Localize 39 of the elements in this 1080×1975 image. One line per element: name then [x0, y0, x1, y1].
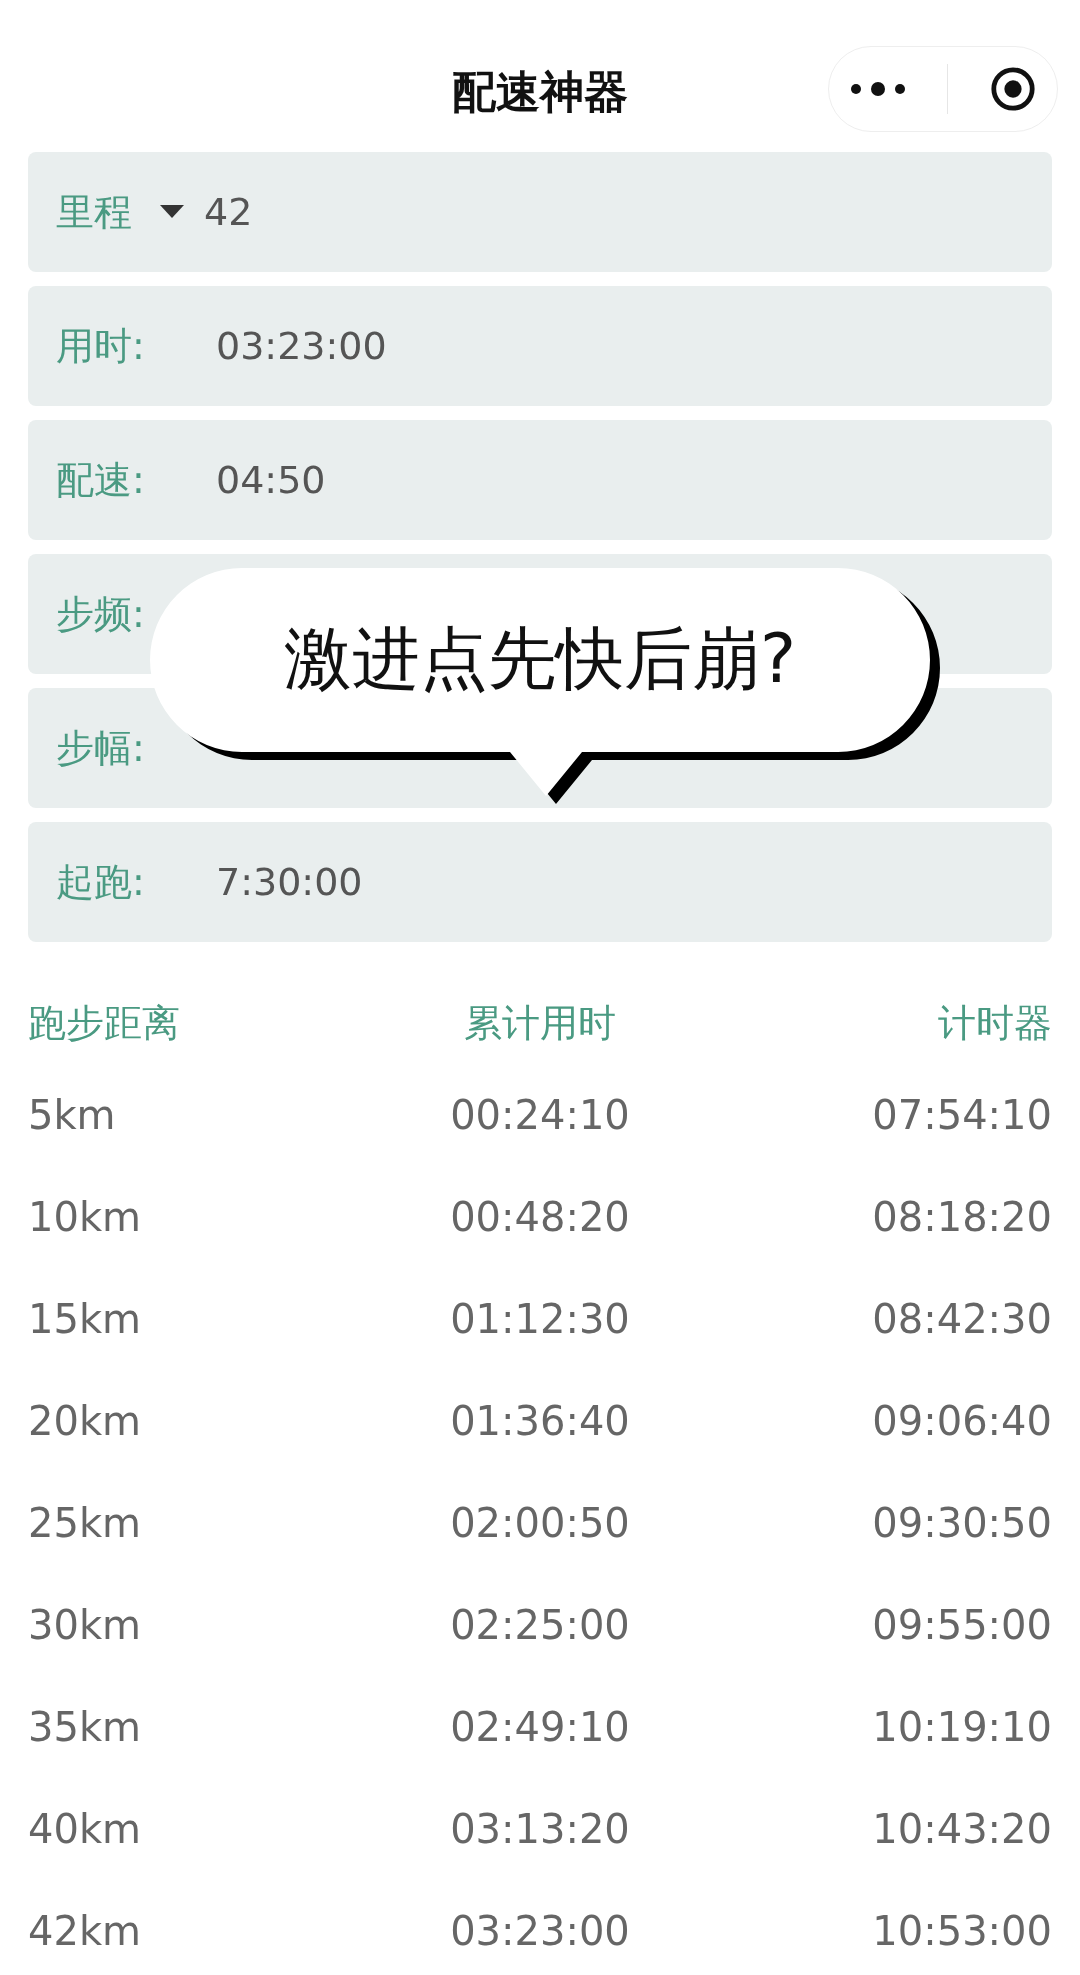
table-cell: 02:49:10 [450, 1704, 630, 1750]
table-cell: 08:18:20 [872, 1194, 1052, 1240]
column-header: 计时器 [938, 999, 1052, 1047]
table-cell: 25km [28, 1500, 142, 1546]
table-cell: 5km [28, 1092, 116, 1138]
table-cell: 01:36:40 [450, 1398, 630, 1444]
table-cell: 09:30:50 [872, 1500, 1052, 1546]
table-cell: 00:48:20 [450, 1194, 630, 1240]
input-field[interactable]: 起跑: 7:30:00 [28, 822, 1052, 942]
table-cell: 20km [28, 1398, 142, 1444]
table-cell: 10:19:10 [872, 1704, 1052, 1750]
more-icon[interactable] [849, 81, 906, 97]
table-cell: 10:43:20 [872, 1806, 1052, 1852]
table-cell: 00:24:10 [450, 1092, 630, 1138]
input-field[interactable]: 里程 42 [28, 152, 1052, 272]
table-cell: 02:00:50 [450, 1500, 630, 1546]
input-field[interactable]: 配速: 04:50 [28, 420, 1052, 540]
column-header: 累计用时 [464, 999, 616, 1047]
page-title: 配速神器 [452, 64, 628, 119]
tooltip-text: 激进点先快后崩? [282, 618, 798, 700]
table-cell: 01:12:30 [450, 1296, 630, 1342]
table-cell: 30km [28, 1602, 142, 1648]
table-cell: 09:55:00 [872, 1602, 1052, 1648]
table-cell: 42km [28, 1908, 142, 1954]
table-cell: 40km [28, 1806, 142, 1852]
table-cell: 10:53:00 [872, 1908, 1052, 1954]
caret-icon[interactable] [160, 205, 184, 219]
table-cell: 10km [28, 1194, 142, 1240]
table-cell: 15km [28, 1296, 142, 1342]
column-header: 跑步距离 [28, 999, 180, 1047]
table-cell: 07:54:10 [872, 1092, 1052, 1138]
table-cell: 08:42:30 [872, 1296, 1052, 1342]
input-field[interactable]: 用时: 03:23:00 [28, 286, 1052, 406]
table-cell: 03:23:00 [450, 1908, 630, 1954]
close-icon[interactable] [988, 65, 1037, 113]
table-cell: 03:13:20 [450, 1806, 630, 1852]
table-cell: 35km [28, 1704, 142, 1750]
table-cell: 09:06:40 [872, 1398, 1052, 1444]
table-cell: 02:25:00 [450, 1602, 630, 1648]
